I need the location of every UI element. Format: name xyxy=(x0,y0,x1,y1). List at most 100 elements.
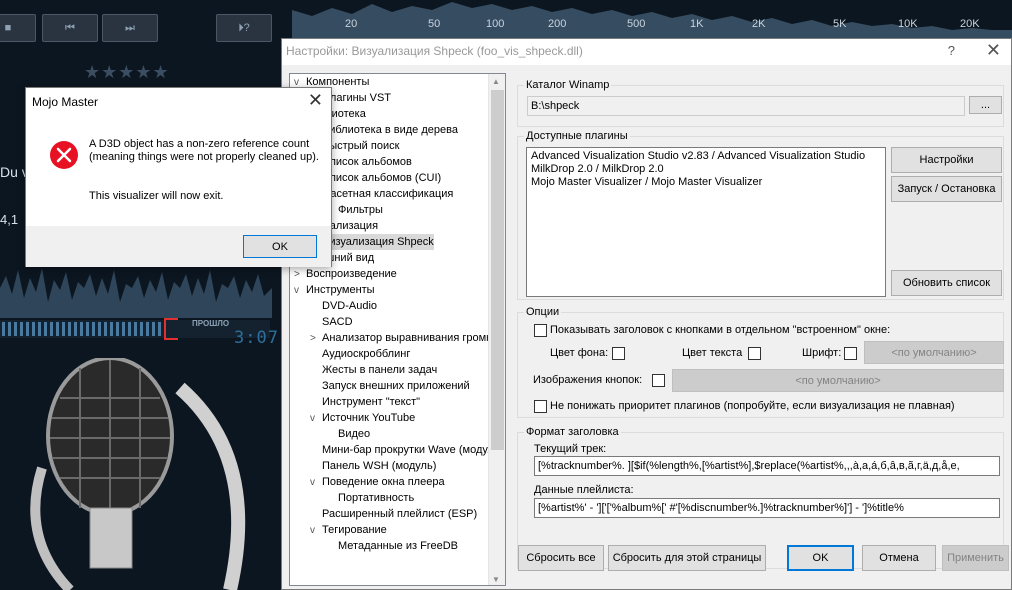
browse-button[interactable]: ... xyxy=(969,96,1002,114)
tree-item-label: Жесты в панели задач xyxy=(322,364,438,376)
priority-checkbox[interactable] xyxy=(534,400,547,413)
tree-item[interactable]: Расширенный плейлист (ESP) xyxy=(310,506,477,522)
tree-item[interactable]: Фильтры xyxy=(326,202,383,218)
tree-item[interactable]: Жесты в панели задач xyxy=(310,362,437,378)
tree-item-label: Список альбомов xyxy=(322,156,412,168)
tree-item[interactable]: Метаданные из FreeDB xyxy=(326,538,458,554)
next-button[interactable]: ⏭ xyxy=(102,14,158,42)
tree-item-label: Расширенный плейлист (ESP) xyxy=(322,508,478,520)
current-track-format-input[interactable]: [%tracknumber%. ][$if(%length%,[%artist%… xyxy=(534,456,1000,476)
refresh-list-button[interactable]: Обновить список xyxy=(891,270,1002,296)
tree-item-label: Метаданные из FreeDB xyxy=(338,540,458,552)
plugin-list[interactable]: Advanced Visualization Studio v2.83 / Ad… xyxy=(526,147,886,297)
tree-item[interactable]: Аудиоскробблинг xyxy=(310,346,410,362)
tree-item[interactable]: v Тегирование xyxy=(310,522,387,538)
scroll-down-icon[interactable]: ▼ xyxy=(492,575,500,584)
freq-label: 1K xyxy=(690,18,704,30)
tree-item-label: Панель WSH (модуль) xyxy=(322,460,437,472)
tree-item-label: Библиотека в виде дерева xyxy=(322,124,458,136)
reset-page-button[interactable]: Сбросить для этой страницы xyxy=(608,545,766,571)
tree-item[interactable]: Портативность xyxy=(326,490,414,506)
stop-button[interactable]: ■ xyxy=(0,14,36,42)
plugin-config-button[interactable]: Настройки xyxy=(891,147,1002,173)
tree-scrollbar[interactable]: ▲ ▼ xyxy=(488,74,505,585)
start-stop-button[interactable]: Запуск / Остановка xyxy=(891,176,1002,202)
tree-item[interactable]: DVD-Audio xyxy=(310,298,377,314)
error-icon xyxy=(50,141,78,169)
plugins-group-title: Доступные плагины xyxy=(524,129,630,143)
expanded-chevron-icon[interactable]: v xyxy=(310,411,322,427)
tree-item[interactable]: Мини-бар прокрутки Wave (модуль) xyxy=(310,442,503,458)
tree-item[interactable]: v Инструменты xyxy=(294,282,375,298)
track-info: 4,1 xyxy=(0,212,19,227)
playlist-data-label: Данные плейлиста: xyxy=(534,484,634,496)
expanded-chevron-icon[interactable]: v xyxy=(294,283,306,299)
current-track-label: Текущий трек: xyxy=(534,443,607,455)
error-message: A D3D object has a non-zero reference co… xyxy=(89,138,319,163)
tree-item-label: Портативность xyxy=(338,492,415,504)
tree-item[interactable]: v Поведение окна плеера xyxy=(310,474,445,490)
ok-button[interactable]: OK xyxy=(243,235,317,258)
priority-label: Не понижать приоритет плагинов (попробуй… xyxy=(550,400,955,412)
tree-item-label: Инструмент "текст" xyxy=(322,396,421,408)
bg-color-checkbox[interactable] xyxy=(612,347,625,360)
tree-item[interactable]: Библиотека в виде дерева xyxy=(310,122,458,138)
playlist-format-input[interactable]: [%artist%' - ']['['%album%[' #'[%discnum… xyxy=(534,498,1000,518)
tree-item-label: Запуск внешних приложений xyxy=(322,380,470,392)
tree-item[interactable]: Видео xyxy=(326,426,370,442)
freq-label: 5K xyxy=(833,18,847,30)
tree-item[interactable]: > Воспроизведение xyxy=(294,266,397,282)
list-item[interactable]: Mojo Master Visualizer / Mojo Master Vis… xyxy=(531,176,881,189)
list-item[interactable]: Advanced Visualization Studio v2.83 / Ad… xyxy=(531,150,881,163)
freq-label: 2K xyxy=(752,18,766,30)
list-item[interactable]: MilkDrop 2.0 / MilkDrop 2.0 xyxy=(531,163,881,176)
tree-item[interactable]: SACD xyxy=(310,314,353,330)
tree-item[interactable]: Запуск внешних приложений xyxy=(310,378,470,394)
button-images-checkbox[interactable] xyxy=(652,374,665,387)
embedded-window-checkbox[interactable] xyxy=(534,324,547,337)
expanded-chevron-icon[interactable]: v xyxy=(310,475,322,491)
waveform xyxy=(0,258,272,318)
close-icon[interactable]: ✕ xyxy=(308,90,323,111)
tree-item[interactable]: Инструмент "текст" xyxy=(310,394,420,410)
tree-item-label: Мини-бар прокрутки Wave (модуль) xyxy=(322,444,504,456)
previous-button[interactable]: ⏮ xyxy=(42,14,98,42)
font-checkbox[interactable] xyxy=(844,347,857,360)
freq-label: 100 xyxy=(486,18,505,30)
tree-item[interactable]: Панель WSH (модуль) xyxy=(310,458,436,474)
close-button[interactable]: ✕ xyxy=(986,40,1001,61)
random-button[interactable]: ⏵? xyxy=(216,14,272,42)
cancel-button[interactable]: Отмена xyxy=(862,545,936,571)
seek-bar[interactable] xyxy=(0,318,270,348)
error-dialog-footer: OK xyxy=(26,226,331,267)
default-font-button[interactable]: <по умолчанию> xyxy=(864,341,1004,364)
winamp-path-field[interactable]: B:\shpeck xyxy=(527,96,965,116)
tree-item-label: SACD xyxy=(322,316,353,328)
scroll-up-icon[interactable]: ▲ xyxy=(492,77,500,86)
scroll-thumb[interactable] xyxy=(491,90,504,450)
rating-stars[interactable]: ★★★★★ xyxy=(84,62,170,83)
tree-item-label: Видео xyxy=(338,428,371,440)
expanded-chevron-icon[interactable]: v xyxy=(310,523,322,539)
tree-item[interactable]: v Источник YouTube xyxy=(310,410,415,426)
collapsed-chevron-icon[interactable]: > xyxy=(310,331,322,347)
default-images-button[interactable]: <по умолчанию> xyxy=(672,369,1004,392)
apply-button[interactable]: Применить xyxy=(942,545,1009,571)
elapsed-label: ПРОШЛО xyxy=(192,319,230,328)
reset-all-button[interactable]: Сбросить все xyxy=(518,545,604,571)
tree-item[interactable]: > Анализатор выравнивания громкости xyxy=(310,330,505,347)
help-button[interactable]: ? xyxy=(948,43,955,58)
freq-label: 50 xyxy=(428,18,441,30)
tree-item-label: Тегирование xyxy=(322,524,387,536)
collapsed-chevron-icon[interactable]: > xyxy=(294,267,306,283)
settings-titlebar[interactable]: Настройки: Визуализация Shpeck (foo_vis_… xyxy=(282,39,1011,65)
button-images-label: Изображения кнопок: xyxy=(533,374,643,386)
freq-label: 500 xyxy=(627,18,646,30)
ok-button[interactable]: OK xyxy=(787,545,854,571)
embedded-window-label: Показывать заголовок с кнопками в отдель… xyxy=(550,324,891,336)
text-color-checkbox[interactable] xyxy=(748,347,761,360)
tree-item-label: Поведение окна плеера xyxy=(322,476,445,488)
text-color-label: Цвет текста xyxy=(682,347,743,359)
tree-item-label: Фильтры xyxy=(338,204,383,216)
tree-item-label: Быстрый поиск xyxy=(322,140,400,152)
